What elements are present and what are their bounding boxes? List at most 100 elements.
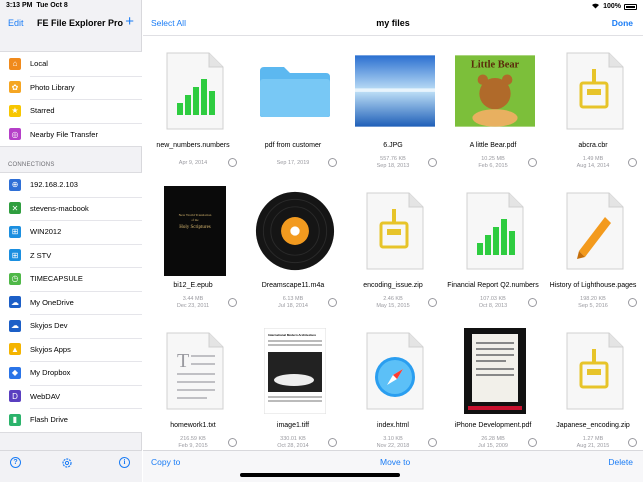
file-thumbnail[interactable] <box>155 46 235 136</box>
file-item[interactable]: Japanese_encoding.zip 1.27 MB Aug 21, 2015 <box>543 324 643 464</box>
select-radio[interactable] <box>528 158 537 167</box>
sidebar-item[interactable]: ⌂ Local <box>0 52 142 76</box>
file-thumbnail[interactable] <box>555 326 635 416</box>
file-item[interactable]: encoding_issue.zip 2.46 KB May 15, 2015 <box>343 184 443 324</box>
file-thumbnail[interactable] <box>255 186 335 276</box>
file-item[interactable]: pdf from customer Sep 17, 2019 <box>243 44 343 184</box>
sidebar-item[interactable]: D WebDAV <box>0 384 142 409</box>
file-name: History of Lighthouse.pages <box>549 282 637 289</box>
sidebar-item[interactable]: ⊕ 192.168.2.103 <box>0 173 142 197</box>
done-button[interactable]: Done <box>612 18 633 28</box>
select-radio[interactable] <box>428 438 437 447</box>
select-radio[interactable] <box>328 158 337 167</box>
sidebar-item-label: WIN2012 <box>30 227 62 237</box>
select-radio[interactable] <box>428 158 437 167</box>
file-thumbnail[interactable]: T <box>155 326 235 416</box>
select-radio[interactable] <box>328 298 337 307</box>
file-thumbnail[interactable] <box>455 326 535 416</box>
file-item[interactable]: History of Lighthouse.pages 198.20 KB Sep … <box>543 184 643 324</box>
select-radio[interactable] <box>628 158 637 167</box>
file-thumbnail[interactable]: Little Bear <box>455 46 535 136</box>
file-thumbnail[interactable] <box>555 46 635 136</box>
file-item[interactable]: iPhone Development.pdf 26.28 MB Jul 15, 20… <box>443 324 543 464</box>
select-radio[interactable] <box>228 298 237 307</box>
sidebar-item-label: stevens-macbook <box>30 203 89 213</box>
file-thumbnail[interactable] <box>355 186 435 276</box>
file-item[interactable]: abcra.cbr 1.49 MB Aug 14, 2014 <box>543 44 643 184</box>
file-item[interactable]: index.html 3.10 KB Nov 22, 2018 <box>343 324 443 464</box>
sidebar-item[interactable]: ★ Starred <box>0 99 142 123</box>
file-thumbnail[interactable] <box>555 186 635 276</box>
help-icon[interactable]: ? <box>10 457 21 468</box>
file-thumbnail[interactable] <box>255 46 335 136</box>
file-item[interactable]: Dreamscape11.m4a 6.13 MB Jul 18, 2014 <box>243 184 343 324</box>
sidebar-item-label: Flash Drive <box>30 415 68 425</box>
sidebar-item[interactable]: ◆ My Dropbox <box>0 361 142 385</box>
select-radio[interactable] <box>228 158 237 167</box>
file-browser-nav-bar: my files Select All Done <box>143 12 643 36</box>
file-item[interactable]: New World Translation of the Holy Scriptur… <box>143 184 243 324</box>
sidebar-item-label: 192.168.2.103 <box>30 180 78 190</box>
select-radio[interactable] <box>528 298 537 307</box>
photos-icon: ✿ <box>9 81 21 94</box>
file-item[interactable]: Little Bear A little Bear.pdf 10.25 MB Feb … <box>443 44 543 184</box>
file-thumbnail[interactable] <box>355 46 435 136</box>
cloud-icon: ☁ <box>9 319 21 332</box>
file-thumbnail[interactable]: New World Translation of the Holy Scriptur… <box>155 186 235 276</box>
status-date: Tue Oct 8 <box>36 2 68 9</box>
sidebar-item[interactable]: ◎ Nearby File Transfer <box>0 122 142 147</box>
sidebar-item[interactable]: ✿ Photo Library <box>0 75 142 100</box>
file-thumbnail[interactable] <box>355 326 435 416</box>
wifi-icon <box>591 2 600 11</box>
status-bar: 3:13 PM Tue Oct 8 100% <box>0 0 643 12</box>
sidebar-item[interactable]: ⊞ WIN2012 <box>0 220 142 244</box>
sidebar-item-label: Starred <box>30 106 55 116</box>
copy-to-button[interactable]: Copy to <box>151 457 180 467</box>
sidebar-item[interactable]: ⊞ Z STV <box>0 243 142 268</box>
select-radio[interactable] <box>628 438 637 447</box>
select-radio[interactable] <box>228 438 237 447</box>
airdrop-icon: ◎ <box>9 128 21 141</box>
file-item[interactable]: Thomework1.txt 216.59 KB Feb 9, 2015 <box>143 324 243 464</box>
home-indicator[interactable] <box>240 473 400 477</box>
select-all-button[interactable]: Select All <box>151 18 186 28</box>
sidebar-item-label: My Dropbox <box>30 368 71 378</box>
move-to-button[interactable]: Move to <box>380 457 410 467</box>
file-name: Financial Report Q2.numbers <box>447 282 539 289</box>
app-title: FE File Explorer Pro <box>37 18 124 28</box>
file-name: abcra.cbr <box>578 142 608 149</box>
sidebar-item-label: Skyjos Dev <box>30 321 68 331</box>
windows-icon: ⊞ <box>9 249 21 262</box>
connections-list: ⊕ 192.168.2.103 ✕ stevens-macbook ⊞ WIN2012 ⊞ Z… <box>0 172 142 433</box>
select-radio[interactable] <box>528 438 537 447</box>
status-time-text: 3:13 PM <box>6 2 33 9</box>
file-name: image1.tiff <box>276 422 310 429</box>
select-radio[interactable] <box>628 298 637 307</box>
gear-icon[interactable] <box>61 456 73 468</box>
select-radio[interactable] <box>428 298 437 307</box>
file-item[interactable]: International Modern Architecture image1.… <box>243 324 343 464</box>
sidebar-item[interactable]: ✕ stevens-macbook <box>0 196 142 221</box>
delete-button[interactable]: Delete <box>608 457 633 467</box>
timecapsule-icon: ◷ <box>9 272 21 285</box>
info-icon[interactable]: i <box>119 457 130 468</box>
cover-line: of the <box>192 218 200 222</box>
file-item[interactable]: new_numbers.numbers Apr 9, 2014 <box>143 44 243 184</box>
file-thumbnail[interactable]: International Modern Architecture <box>255 326 335 416</box>
xbox-icon: ✕ <box>9 202 21 215</box>
cover-line: New World Translation <box>179 213 212 217</box>
file-item[interactable]: Financial Report Q2.numbers 107.03 KB Oct … <box>443 184 543 324</box>
sidebar-item[interactable]: ☁ My OneDrive <box>0 290 142 315</box>
file-name: Dreamscape11.m4a <box>261 282 325 289</box>
edit-button[interactable]: Edit <box>8 18 24 28</box>
sidebar-item-label: Skyjos Apps <box>30 344 71 354</box>
select-radio[interactable] <box>328 438 337 447</box>
sidebar-item[interactable]: ☁ Skyjos Dev <box>0 314 142 338</box>
sidebar-item[interactable]: ▲ Skyjos Apps <box>0 337 142 362</box>
add-connection-button[interactable]: + <box>125 14 134 29</box>
sidebar-item[interactable]: ▮ Flash Drive <box>0 408 142 432</box>
file-thumbnail[interactable] <box>455 186 535 276</box>
sidebar-item-label: Z STV <box>30 250 52 260</box>
sidebar-item[interactable]: ◷ TIMECAPSULE <box>0 267 142 291</box>
file-item[interactable]: 6.JPG 557.76 KB Sep 18, 2013 <box>343 44 443 184</box>
